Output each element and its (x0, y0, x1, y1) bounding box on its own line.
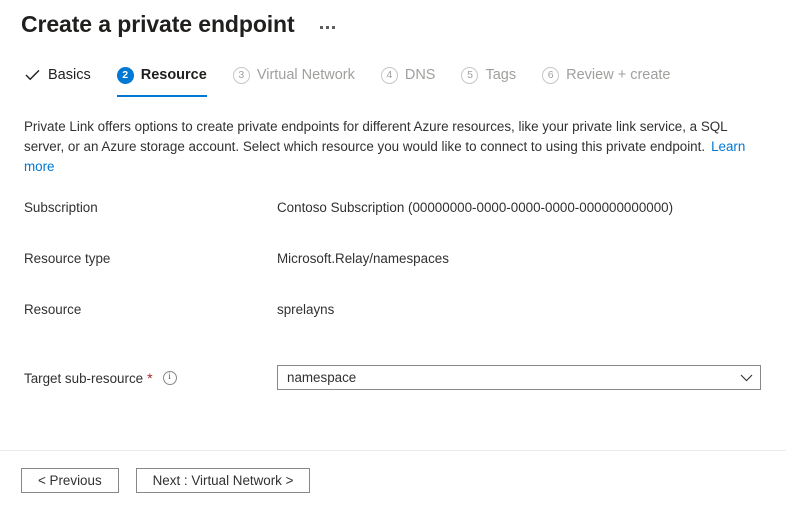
more-options-icon[interactable] (317, 22, 338, 33)
tab-label: DNS (404, 67, 436, 83)
tab-step-number: 5 (461, 66, 479, 84)
tab-tags[interactable]: 5 Tags (461, 60, 516, 97)
tab-step-number: 3 (232, 66, 250, 84)
target-sub-resource-row: Target sub-resource * i namespace (24, 352, 786, 403)
tab-basics[interactable]: Basics (24, 60, 91, 97)
tab-dns[interactable]: 4 DNS (380, 60, 436, 97)
target-sub-resource-label-text: Target sub-resource (24, 370, 144, 386)
ellipsis-dot (331, 25, 335, 29)
tab-label: Virtual Network (256, 67, 355, 83)
check-icon (24, 67, 41, 84)
chevron-down-icon (740, 374, 753, 382)
tab-step-number: 4 (380, 66, 398, 84)
tab-resource[interactable]: 2 Resource (116, 60, 207, 97)
subscription-row: Subscription Contoso Subscription (00000… (24, 199, 786, 250)
tab-review-create[interactable]: 6 Review + create (542, 60, 671, 97)
tab-virtual-network[interactable]: 3 Virtual Network (232, 60, 355, 97)
resource-value: sprelayns (277, 302, 335, 317)
target-sub-resource-label: Target sub-resource * i (24, 370, 277, 386)
page-title: Create a private endpoint (21, 11, 295, 37)
ellipsis-dot (319, 25, 323, 29)
next-button[interactable]: Next : Virtual Network > (135, 468, 311, 493)
resource-type-label: Resource type (24, 251, 111, 266)
resource-type-row: Resource type Microsoft.Relay/namespaces (24, 250, 786, 301)
info-icon[interactable]: i (162, 371, 177, 385)
subscription-label: Subscription (24, 200, 98, 215)
wizard-tabs: Basics 2 Resource 3 Virtual Network 4 DN… (0, 66, 786, 97)
page-header: Create a private endpoint (0, 0, 786, 39)
tab-label: Tags (485, 67, 517, 83)
wizard-footer: < Previous Next : Virtual Network > (21, 468, 311, 493)
resource-type-value: Microsoft.Relay/namespaces (277, 251, 449, 266)
description-text: Private Link offers options to create pr… (24, 117, 766, 177)
tab-label: Basics (48, 67, 91, 83)
tab-step-number: 6 (542, 66, 560, 84)
ellipsis-dot (325, 25, 329, 29)
required-asterisk: * (147, 370, 153, 386)
previous-button[interactable]: < Previous (21, 468, 119, 493)
target-sub-resource-selected-value: namespace (287, 370, 357, 385)
resource-row: Resource sprelayns (24, 301, 786, 352)
resource-form: Subscription Contoso Subscription (00000… (0, 199, 786, 403)
tab-label: Resource (140, 67, 207, 83)
subscription-value: Contoso Subscription (00000000-0000-0000… (277, 200, 674, 215)
resource-label: Resource (24, 302, 82, 317)
target-sub-resource-dropdown[interactable]: namespace (277, 365, 761, 390)
footer-divider (0, 450, 786, 451)
description-body: Private Link offers options to create pr… (24, 119, 728, 154)
tab-label: Review + create (566, 67, 671, 83)
tab-step-number: 2 (116, 66, 134, 84)
